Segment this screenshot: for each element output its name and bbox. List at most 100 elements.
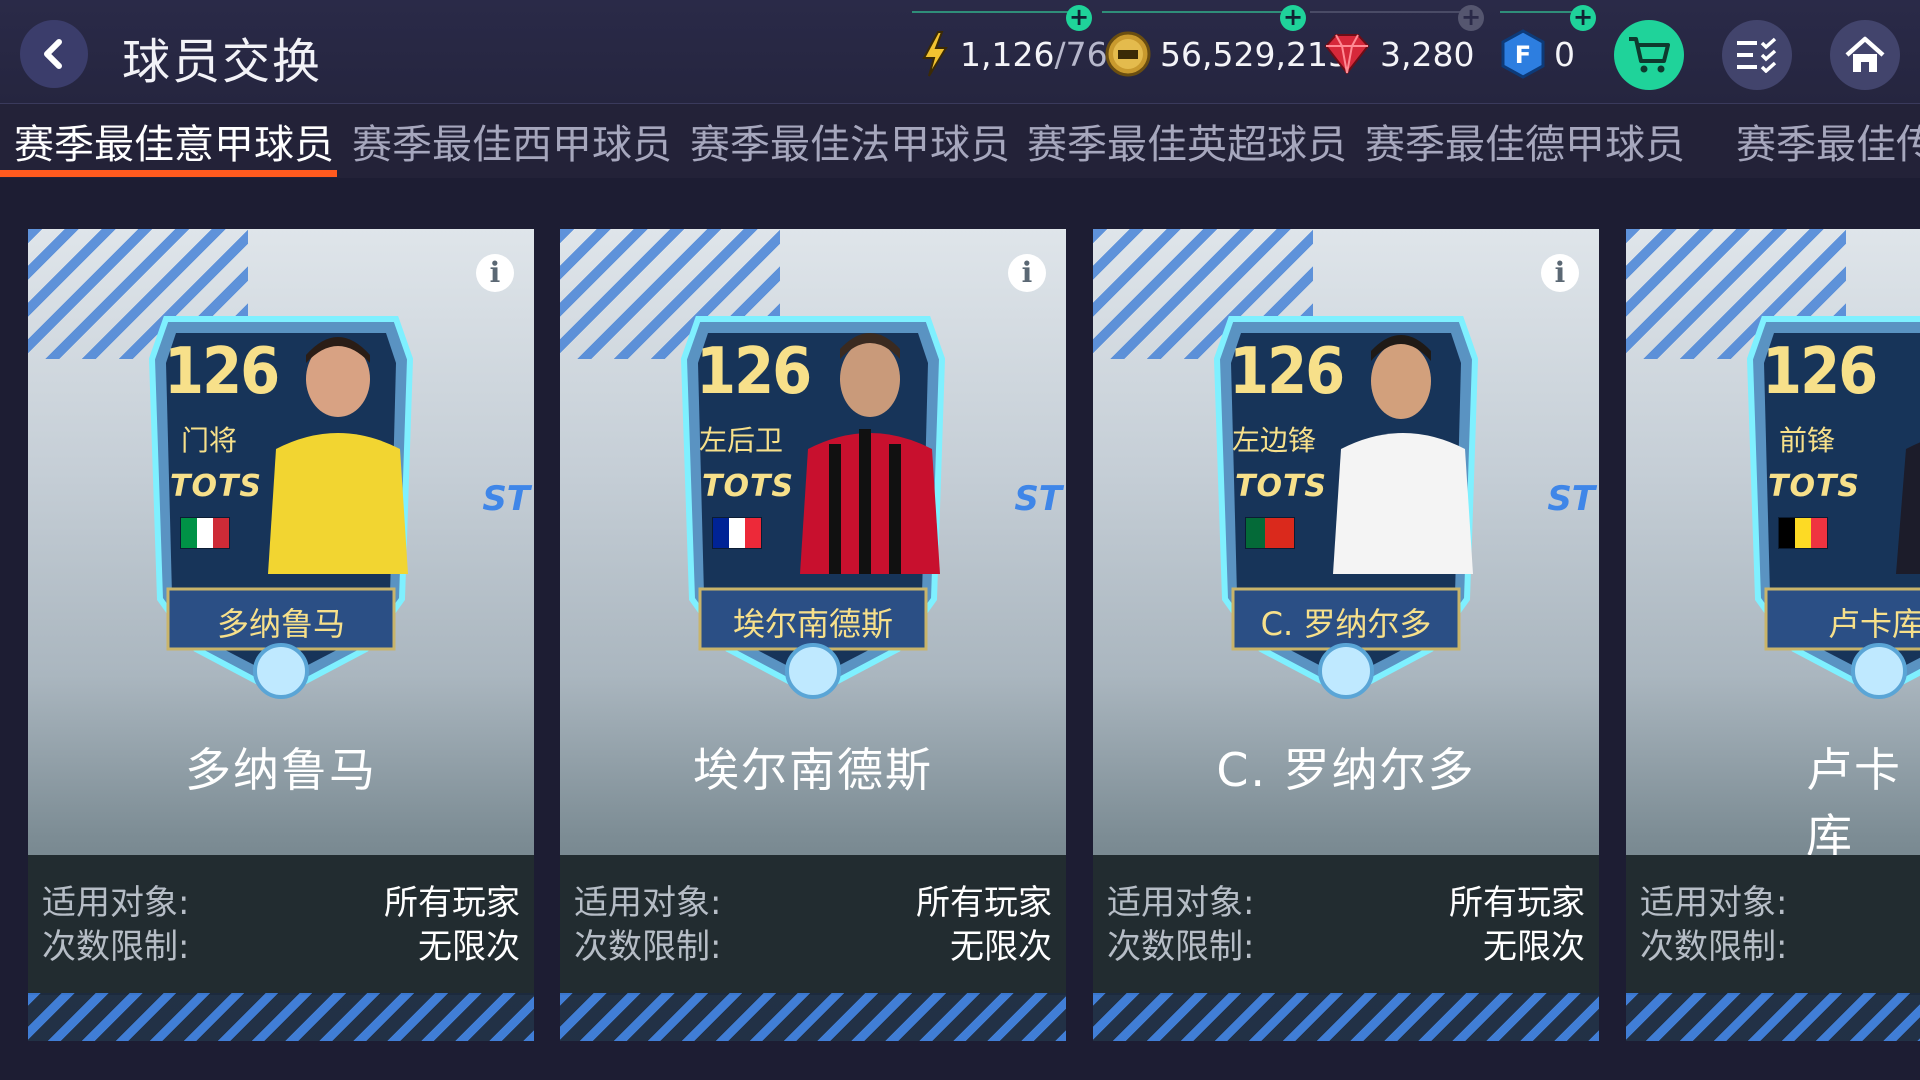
eligible-value: 所有玩家 — [916, 883, 1052, 923]
eligible-label: 适用对象: — [42, 883, 190, 923]
tasks-button[interactable] — [1722, 20, 1792, 90]
flag-belgium — [1778, 517, 1828, 549]
limit-row: 次数限制: 无限次 — [1107, 919, 1585, 967]
gem-icon — [1324, 34, 1370, 75]
card-program: TOTS — [702, 469, 795, 504]
page-title: 球员交换 — [122, 34, 323, 90]
flag-portugal — [1245, 517, 1295, 549]
energy-current: 1,126 — [960, 34, 1055, 74]
exchange-card[interactable]: 126 前锋 TOTS 卢卡库 卢卡库 适用对象: 次数限制: — [1626, 229, 1920, 1041]
card-position: 前锋 — [1778, 424, 1835, 457]
card-details: 适用对象: 所有玩家 次数限制: 无限次 — [28, 855, 534, 995]
card-details: 适用对象: 所有玩家 次数限制: 无限次 — [1093, 855, 1599, 995]
tab-bundesliga[interactable]: 赛季最佳德甲球员 — [1365, 112, 1685, 178]
chevron-left-icon — [44, 39, 62, 69]
svg-text:F: F — [1515, 41, 1531, 69]
coins-value: 56,529,215 — [1160, 34, 1349, 74]
card-bottom-stripes — [28, 993, 534, 1041]
eligible-row: 适用对象: — [1640, 875, 1920, 923]
store-button[interactable] — [1614, 20, 1684, 90]
eligible-label: 适用对象: — [1107, 883, 1255, 923]
card-player-name: 埃尔南德斯 — [732, 605, 893, 643]
limit-value: 无限次 — [1483, 927, 1585, 967]
tab-serie-a[interactable]: 赛季最佳意甲球员 — [14, 112, 334, 178]
back-button[interactable] — [20, 20, 88, 88]
coin-icon — [1105, 31, 1151, 77]
player-image — [1333, 335, 1473, 574]
resource-divider — [1500, 11, 1580, 13]
st-decoration: ST — [1014, 479, 1062, 519]
card-position: 左边锋 — [1231, 424, 1316, 457]
player-card: 126 前锋 TOTS 卢卡库 — [1738, 299, 1920, 719]
player-name: 卢卡库 — [1806, 743, 1902, 863]
limit-label: 次数限制: — [42, 927, 190, 967]
add-gems-button[interactable]: + — [1458, 5, 1484, 31]
player-card: 126 左边锋 TOTS C. 罗纳尔多 — [1205, 299, 1487, 719]
eligible-value: 所有玩家 — [384, 883, 520, 923]
info-icon[interactable]: i — [1541, 254, 1579, 292]
resource-divider — [1102, 11, 1292, 13]
limit-row: 次数限制: 无限次 — [42, 919, 520, 967]
limit-value: 无限次 — [950, 927, 1052, 967]
exchange-card[interactable]: i ST 126 左后卫 TOTS 埃尔南德斯 埃尔南德斯 适用对象: 所有玩家… — [560, 229, 1066, 1041]
tab-partial[interactable]: 赛季最佳传 — [1736, 112, 1920, 178]
league-tabs: 赛季最佳意甲球员 赛季最佳西甲球员 赛季最佳法甲球员 赛季最佳英超球员 赛季最佳… — [0, 104, 1920, 178]
exchange-card[interactable]: i ST 126 门将 TOTS 多纳鲁马 多纳鲁马 适用对象: 所有玩家 次数… — [28, 229, 534, 1041]
card-rating: 126 — [1229, 335, 1345, 409]
info-icon[interactable]: i — [1008, 254, 1046, 292]
add-coins-button[interactable]: + — [1280, 5, 1306, 31]
add-fifa-points-button[interactable]: + — [1570, 5, 1596, 31]
fifa-points-counter: F 0 — [1500, 29, 1575, 79]
tab-la-liga[interactable]: 赛季最佳西甲球员 — [352, 112, 672, 178]
player-image — [268, 337, 408, 574]
player-name: 埃尔南德斯 — [693, 743, 933, 797]
eligible-row: 适用对象: 所有玩家 — [574, 875, 1052, 923]
exchange-card[interactable]: i ST 126 左边锋 TOTS C. 罗纳尔多 C. 罗纳尔多 适用对象: … — [1093, 229, 1599, 1041]
card-bottom-stripes — [1626, 993, 1920, 1041]
card-program: TOTS — [1768, 469, 1861, 504]
player-image — [800, 333, 940, 574]
limit-value: 无限次 — [418, 927, 520, 967]
card-rating: 126 — [696, 335, 812, 409]
flag-france — [712, 517, 762, 549]
st-decoration: ST — [482, 479, 530, 519]
card-program: TOTS — [1235, 469, 1328, 504]
eligible-row: 适用对象: 所有玩家 — [42, 875, 520, 923]
lightning-icon — [922, 31, 948, 77]
player-name: 多纳鲁马 — [185, 743, 377, 797]
limit-label: 次数限制: — [574, 927, 722, 967]
home-icon — [1845, 36, 1885, 72]
player-card: 126 门将 TOTS 多纳鲁马 — [140, 299, 422, 719]
cart-icon — [1629, 37, 1670, 73]
energy-max: /76 — [1054, 34, 1108, 74]
eligible-value: 所有玩家 — [1449, 883, 1585, 923]
info-icon[interactable]: i — [476, 254, 514, 292]
gems-value: 3,280 — [1380, 34, 1475, 74]
energy-counter: 1,126/76 — [918, 31, 1108, 77]
eligible-row: 适用对象: 所有玩家 — [1107, 875, 1585, 923]
player-card: 126 左后卫 TOTS 埃尔南德斯 — [672, 299, 954, 719]
card-rating: 126 — [1762, 335, 1878, 409]
card-bottom-stripes — [560, 993, 1066, 1041]
limit-label: 次数限制: — [1640, 927, 1788, 967]
card-details: 适用对象: 次数限制: — [1626, 855, 1920, 995]
fifa-points-value: 0 — [1554, 34, 1575, 74]
card-player-name: 卢卡库 — [1828, 605, 1920, 643]
coins-counter: 56,529,215 — [1104, 31, 1349, 77]
card-position: 左后卫 — [698, 424, 783, 457]
card-program: TOTS — [170, 469, 263, 504]
player-name: C. 罗纳尔多 — [1216, 743, 1476, 797]
tab-premier-league[interactable]: 赛季最佳英超球员 — [1027, 112, 1347, 178]
card-position: 门将 — [180, 424, 237, 457]
limit-row: 次数限制: 无限次 — [574, 919, 1052, 967]
home-button[interactable] — [1830, 20, 1900, 90]
card-player-name: 多纳鲁马 — [216, 605, 345, 643]
tab-ligue-1[interactable]: 赛季最佳法甲球员 — [690, 112, 1010, 178]
add-energy-button[interactable]: + — [1066, 5, 1092, 31]
card-rating: 126 — [164, 335, 280, 409]
st-decoration: ST — [1547, 479, 1595, 519]
top-bar: 球员交换 1,126/76 + 56,529,215 + 3,280 + F 0… — [0, 0, 1920, 105]
fifa-points-icon: F — [1501, 29, 1545, 79]
checklist-icon — [1737, 37, 1777, 73]
eligible-label: 适用对象: — [574, 883, 722, 923]
